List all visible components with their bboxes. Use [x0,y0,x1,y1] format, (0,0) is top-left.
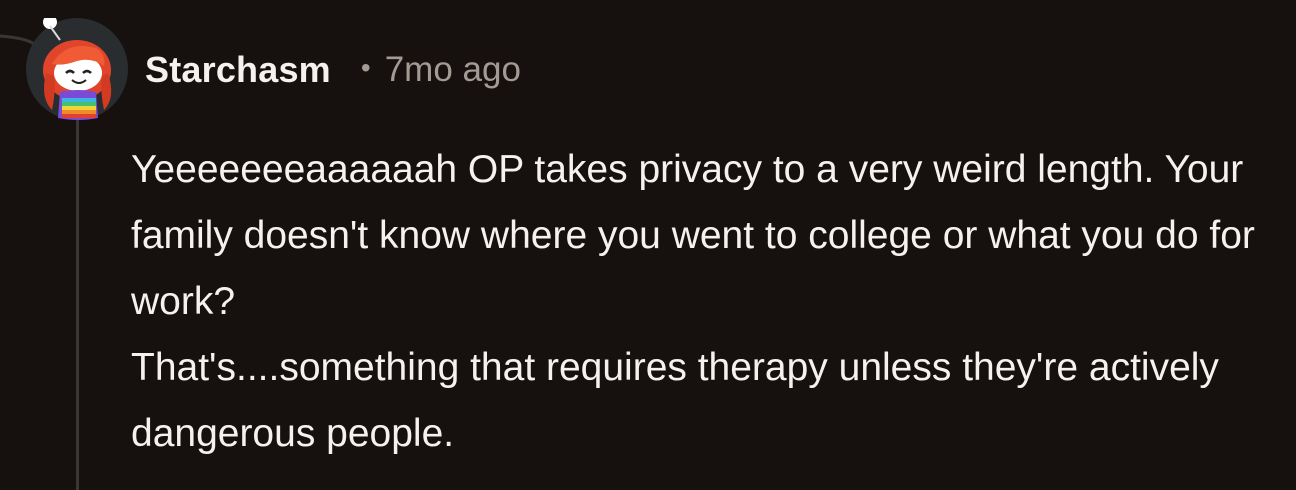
comment-paragraph: That's....something that requires therap… [131,346,1219,455]
username-link[interactable]: Starchasm [145,49,331,91]
meta-separator: • [360,52,371,83]
comment-timestamp[interactable]: 7mo ago [385,50,521,90]
comment-body: Yeeeeeeeaaaaaah OP takes privacy to a ve… [131,137,1281,467]
comment-header: Starchasm • 7mo ago [145,46,521,94]
comment-paragraph: Yeeeeeeeaaaaaah OP takes privacy to a ve… [131,148,1255,323]
thread-line[interactable] [76,116,79,490]
user-avatar[interactable] [26,18,128,120]
